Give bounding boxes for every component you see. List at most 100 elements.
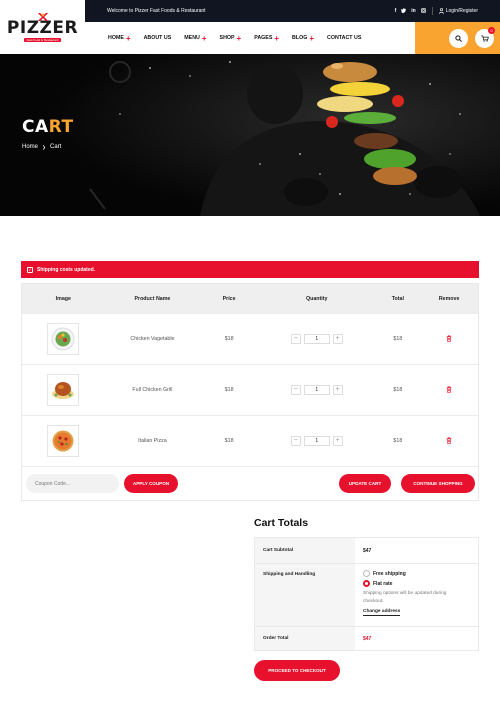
nav-item-shop[interactable]: SHOP + (220, 33, 242, 43)
chevron-right-icon (42, 144, 46, 150)
plus-icon: + (125, 33, 131, 43)
header-total: Total (391, 295, 404, 302)
proceed-to-checkout-button[interactable]: PROCEED TO CHECKOUT (254, 660, 340, 681)
product-price: $18 (224, 387, 234, 393)
shipping-updated-notice: ✓ Shipping costs updated. (21, 261, 479, 278)
cart-icon (480, 34, 489, 42)
breadcrumb-home[interactable]: Home (22, 144, 38, 150)
subtotal-label: Cart Subtotal (255, 538, 355, 563)
continue-shopping-button[interactable]: CONTINUE SHOPPING (401, 474, 475, 493)
search-button[interactable] (449, 28, 468, 48)
site-logo[interactable]: PIZZER Fast Food & Restaurant (0, 0, 85, 54)
nav-label: MENU (184, 35, 200, 41)
nav-item-blog[interactable]: BLOG + (292, 33, 315, 43)
plus-button[interactable]: + (332, 334, 343, 344)
plus-icon: + (309, 33, 315, 43)
free-shipping-label: Free shipping (373, 570, 406, 577)
plus-icon: + (236, 33, 242, 43)
subtotal-value: $47 (363, 547, 372, 554)
quantity-stepper: − 1 + (290, 334, 343, 344)
order-total-label: Order Total (255, 627, 355, 650)
cart-totals-title: Cart Totals (254, 517, 309, 529)
trash-icon[interactable] (446, 437, 452, 444)
table-row: Italian Pizza $18 − 1 + $18 (22, 415, 478, 466)
quantity-stepper: − 1 + (290, 385, 343, 395)
trash-icon[interactable] (446, 386, 452, 393)
product-price: $18 (224, 336, 234, 342)
header-image: Image (55, 295, 71, 302)
nav-label: BLOG (292, 35, 308, 41)
free-shipping-option[interactable]: Free shipping (363, 570, 406, 577)
product-name[interactable]: Full Chicken Grill (105, 387, 201, 393)
roast-chicken-image[interactable] (47, 374, 80, 406)
nav-item-contact-us[interactable]: CONTACT US (327, 35, 361, 41)
page-title: CART (22, 117, 74, 137)
welcome-text: Welcome to Pizzer Fast Foods & Restauran… (107, 8, 206, 14)
search-icon (455, 34, 462, 42)
minus-button[interactable]: − (290, 436, 301, 446)
logo-name: PIZZER (6, 17, 79, 38)
row-total: $18 (393, 438, 403, 444)
quantity-input[interactable]: 1 (303, 436, 330, 446)
nav-label: PAGES (254, 35, 273, 41)
divider (431, 7, 433, 15)
shipping-options: Free shipping Flat rate Shipping options… (355, 564, 478, 626)
quantity-input[interactable]: 1 (303, 385, 330, 395)
header-quantity: Quantity (305, 295, 328, 302)
nav-item-pages[interactable]: PAGES + (254, 33, 280, 43)
minus-button[interactable]: − (290, 385, 301, 395)
facebook-icon[interactable]: f (395, 8, 397, 15)
instagram-icon[interactable] (420, 7, 426, 15)
check-icon: ✓ (27, 266, 33, 273)
cart-button[interactable]: 0 (475, 26, 495, 48)
flat-rate-option[interactable]: Flat rate (363, 580, 392, 587)
table-row: Full Chicken Grill $18 − 1 + $18 (22, 364, 478, 415)
change-address-link[interactable]: Change address (363, 609, 401, 616)
nav-item-home[interactable]: HOME + (108, 33, 131, 43)
trash-icon[interactable] (446, 335, 452, 342)
header-remove: Remove (438, 295, 460, 302)
nav-item-about-us[interactable]: ABOUT US (144, 35, 172, 41)
breadcrumb-current: Cart (50, 144, 62, 150)
page-title-accent: RT (48, 117, 74, 137)
product-name[interactable]: Italian Pizza (105, 438, 201, 444)
plus-button[interactable]: + (332, 385, 343, 395)
table-header: Image Product Name Price Quantity Total … (22, 284, 478, 313)
shipping-row: Shipping and Handling Free shipping Flat… (255, 563, 478, 626)
login-register-label: Login/Register (445, 8, 478, 14)
header-product-name: Product Name (134, 295, 171, 302)
quantity-stepper: − 1 + (290, 436, 343, 446)
top-bar: Welcome to Pizzer Fast Foods & Restauran… (85, 0, 500, 22)
notice-text: Shipping costs updated. (37, 266, 96, 273)
page-banner: CART Home Cart (0, 54, 500, 216)
plus-button[interactable]: + (332, 436, 343, 446)
banner-burger-image (0, 54, 500, 216)
product-name[interactable]: Chicken Vagetable (105, 336, 201, 342)
quantity-input[interactable]: 1 (303, 334, 330, 344)
order-total-row: Order Total $47 (255, 626, 478, 650)
salad-bowl-image[interactable] (47, 323, 80, 355)
plus-icon: + (274, 33, 280, 43)
cart-table: Image Product Name Price Quantity Total … (21, 283, 479, 501)
pizza-image[interactable] (47, 425, 80, 457)
header-actions: 0 (415, 22, 500, 54)
subtotal-row: Cart Subtotal $47 (255, 538, 478, 563)
radio-icon (363, 570, 370, 577)
cart-actions: APPLY COUPON UPDATE CART CONTINUE SHOPPI… (22, 466, 478, 500)
product-price: $18 (224, 438, 234, 444)
social-links: f in (395, 8, 426, 15)
nav-item-menu[interactable]: MENU + (184, 34, 206, 42)
row-total: $18 (393, 387, 403, 393)
user-icon (438, 8, 444, 14)
page-title-main: CA (22, 117, 49, 137)
minus-button[interactable]: − (290, 334, 301, 344)
login-register-link[interactable]: Login/Register (438, 8, 478, 14)
linkedin-icon[interactable]: in (411, 8, 415, 15)
apply-coupon-button[interactable]: APPLY COUPON (124, 474, 178, 493)
twitter-icon[interactable] (401, 7, 407, 15)
logo-tagline: Fast Food & Restaurant (23, 37, 62, 42)
update-cart-button[interactable]: UPDATE CART (339, 474, 391, 493)
radio-selected-icon (363, 580, 370, 587)
cart-count-badge: 0 (488, 26, 495, 34)
coupon-code-input[interactable] (26, 474, 119, 493)
